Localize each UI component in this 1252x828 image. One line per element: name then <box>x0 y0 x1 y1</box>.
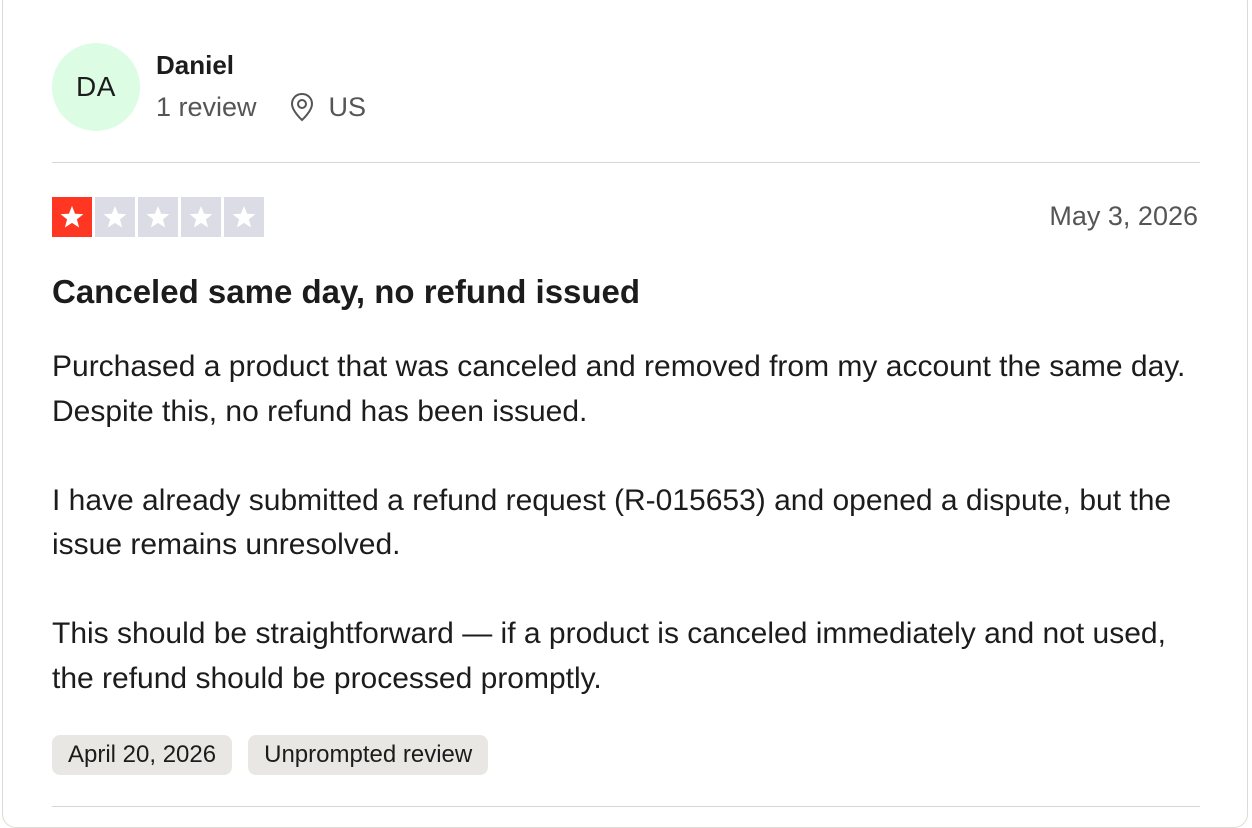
reviewer-name[interactable]: Daniel <box>156 49 366 81</box>
location-label: US <box>328 92 367 122</box>
reviewer-location: US <box>289 91 367 123</box>
review-tags: April 20, 2026 Unprompted review <box>52 735 504 775</box>
experience-date-tag: April 20, 2026 <box>52 735 233 775</box>
footer-divider <box>52 806 1200 807</box>
avatar-initials: DA <box>76 71 116 102</box>
reviewer-meta: 1 review US <box>156 91 366 123</box>
unprompted-review-tag[interactable]: Unprompted review <box>248 735 489 775</box>
reviewer-info: Daniel 1 review US <box>156 43 366 131</box>
star-icon <box>224 197 264 237</box>
star-icon <box>95 197 135 237</box>
review-date: May 3, 2026 <box>1049 201 1198 231</box>
star-icon <box>52 197 92 237</box>
location-pin-icon <box>289 92 315 122</box>
review-count: 1 review <box>156 92 257 122</box>
avatar[interactable]: DA <box>52 43 140 131</box>
reviewer-header: DA Daniel 1 review US <box>52 43 366 131</box>
review-paragraph: Purchased a product that was canceled an… <box>52 350 1186 428</box>
review-paragraph: I have already submitted a refund reques… <box>52 483 1172 562</box>
review-paragraph: This should be straightforward — if a pr… <box>52 617 1166 695</box>
star-rating <box>52 197 267 237</box>
star-icon <box>181 197 221 237</box>
star-icon <box>138 197 178 237</box>
header-divider <box>52 162 1200 163</box>
review-title[interactable]: Canceled same day, no refund issued <box>52 271 640 313</box>
review-body: Purchased a product that was canceled an… <box>52 345 1212 746</box>
